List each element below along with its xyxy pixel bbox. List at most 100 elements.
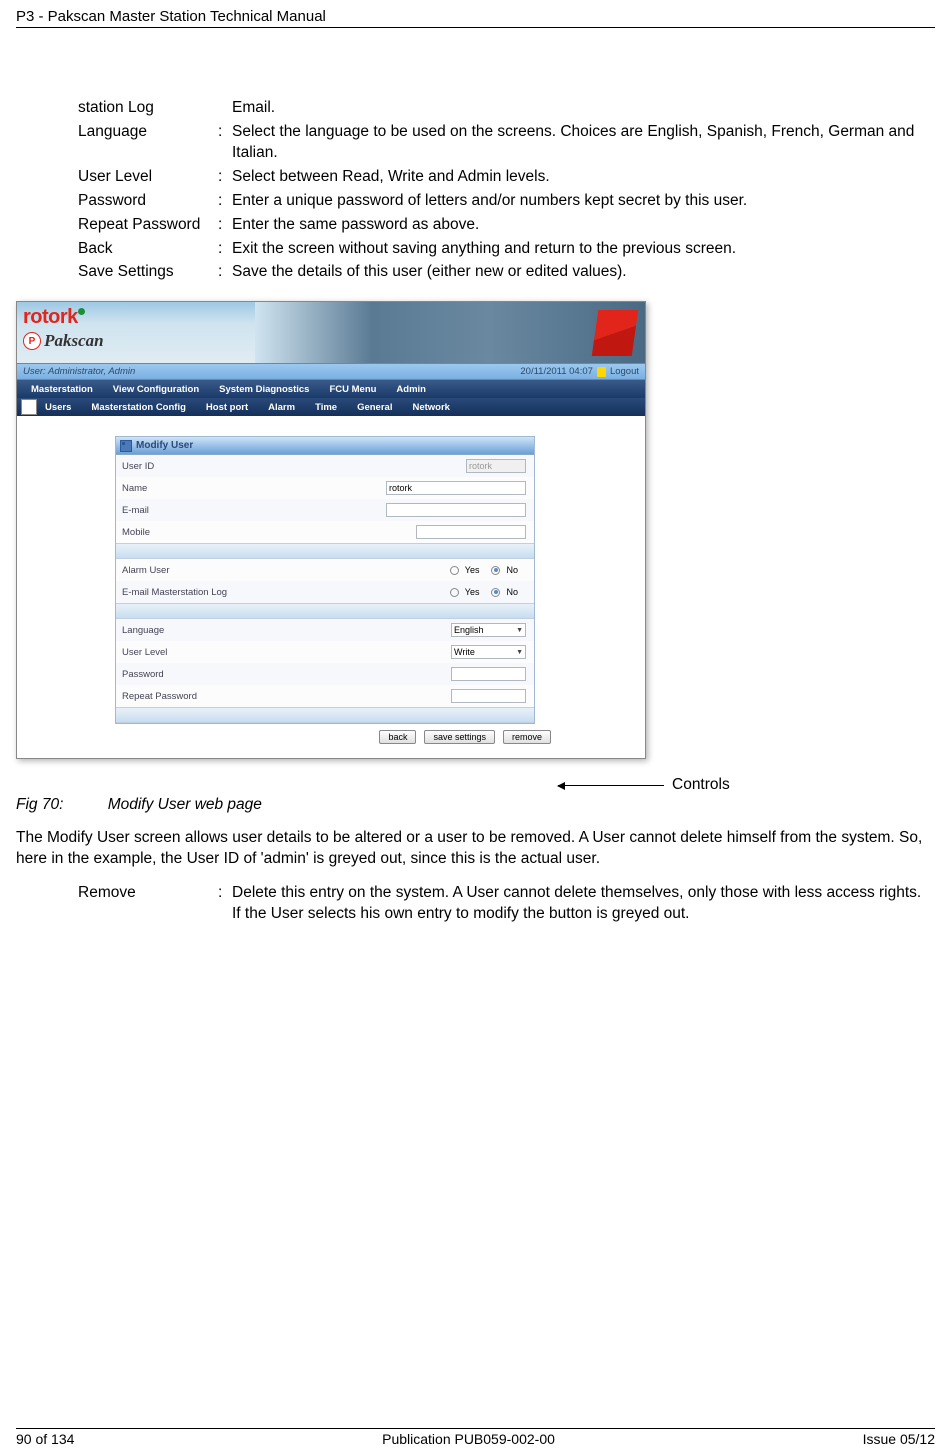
chevron-down-icon: ▼: [516, 627, 523, 634]
submenu-masterstation-config[interactable]: Masterstation Config: [81, 402, 195, 413]
menu-system-diagnostics[interactable]: System Diagnostics: [209, 384, 319, 395]
status-time: 20/11/2011 04:07: [520, 366, 593, 377]
separator: [116, 543, 534, 559]
term-remove: Remove: [78, 883, 218, 925]
separator: [116, 603, 534, 619]
logo-text: rotork: [23, 306, 78, 328]
radio-alarm-yes-label: Yes: [465, 565, 480, 575]
submenu-network[interactable]: Network: [402, 402, 459, 413]
colon: [218, 98, 232, 119]
remove-button[interactable]: remove: [503, 730, 551, 744]
menubar: Masterstation View Configuration System …: [17, 380, 645, 398]
form-panel: Modify User User ID Name E-mail: [115, 436, 535, 724]
desc-language: Select the language to be used on the sc…: [232, 122, 935, 164]
panel-title-icon: [120, 440, 132, 452]
select-language[interactable]: English ▼: [451, 623, 526, 637]
label-user-level: User Level: [116, 647, 266, 658]
desc-remove: Delete this entry on the system. A User …: [232, 883, 935, 925]
status-bar: User: Administrator, Admin 20/11/2011 04…: [17, 364, 645, 380]
logo: rotork P Pakscan: [23, 306, 104, 351]
label-name: Name: [116, 483, 266, 494]
panel-title-text: Modify User: [136, 440, 193, 451]
term-save-settings: Save Settings: [78, 262, 218, 283]
submenu-general[interactable]: General: [347, 402, 402, 413]
footer: 90 of 134 Publication PUB059-002-00 Issu…: [16, 1428, 935, 1447]
figure-caption-text: Modify User web page: [108, 796, 262, 813]
colon: :: [218, 883, 232, 925]
menu-admin[interactable]: Admin: [386, 384, 436, 395]
button-row: back save settings remove: [115, 724, 645, 750]
input-user-id: [466, 459, 526, 473]
label-email: E-mail: [116, 505, 266, 516]
submenu-alarm[interactable]: Alarm: [258, 402, 305, 413]
input-name[interactable]: [386, 481, 526, 495]
radio-email-log-no-label: No: [506, 587, 518, 597]
input-repeat-password[interactable]: [451, 689, 526, 703]
term-back: Back: [78, 239, 218, 260]
banner: rotork P Pakscan: [17, 302, 645, 364]
colon: :: [218, 167, 232, 188]
menu-fcu[interactable]: FCU Menu: [319, 384, 386, 395]
input-password[interactable]: [451, 667, 526, 681]
save-settings-button[interactable]: save settings: [424, 730, 495, 744]
desc-password: Enter a unique password of letters and/o…: [232, 191, 935, 212]
definition-list: station Log Email. Language : Select the…: [16, 98, 935, 283]
separator: [116, 707, 534, 723]
radio-alarm-no[interactable]: [491, 566, 500, 575]
term-station-log: station Log: [78, 98, 218, 119]
label-alarm-user: Alarm User: [116, 565, 266, 576]
radio-alarm-no-label: No: [506, 565, 518, 575]
logo-p-icon: P: [23, 332, 41, 350]
colon: :: [218, 239, 232, 260]
desc-user-level: Select between Read, Write and Admin lev…: [232, 167, 935, 188]
back-button[interactable]: back: [379, 730, 416, 744]
status-user: User: Administrator, Admin: [23, 366, 135, 377]
menu-view-configuration[interactable]: View Configuration: [103, 384, 209, 395]
select-user-level-value: Write: [454, 647, 475, 657]
figure-number: Fig 70:: [16, 796, 63, 813]
desc-save-settings: Save the details of this user (either ne…: [232, 262, 935, 283]
radio-alarm-yes[interactable]: [450, 566, 459, 575]
panel-title: Modify User: [116, 437, 534, 455]
input-email[interactable]: [386, 503, 526, 517]
submenu-time[interactable]: Time: [305, 402, 347, 413]
input-mobile[interactable]: [416, 525, 526, 539]
lock-icon: [597, 367, 606, 377]
desc-station-log: Email.: [232, 98, 935, 119]
logo-subtext: Pakscan: [44, 331, 104, 350]
banner-photo: [255, 302, 645, 364]
page-header: P3 - Pakscan Master Station Technical Ma…: [16, 8, 935, 28]
figure-caption: Fig 70: Modify User web page: [16, 796, 935, 814]
select-user-level[interactable]: Write ▼: [451, 645, 526, 659]
desc-back: Exit the screen without saving anything …: [232, 239, 935, 260]
colon: :: [218, 191, 232, 212]
label-user-id: User ID: [116, 461, 266, 472]
select-language-value: English: [454, 625, 484, 635]
arrow-icon: [558, 785, 664, 786]
callout-label: Controls: [672, 776, 730, 794]
footer-page: 90 of 134: [16, 1431, 74, 1447]
submenu-host-port[interactable]: Host port: [196, 402, 258, 413]
menu-masterstation[interactable]: Masterstation: [21, 384, 103, 395]
colon: :: [218, 262, 232, 283]
radio-email-log-yes[interactable]: [450, 588, 459, 597]
footer-issue: Issue 05/12: [863, 1431, 935, 1447]
label-password: Password: [116, 669, 266, 680]
label-mobile: Mobile: [116, 527, 266, 538]
desc-repeat-password: Enter the same password as above.: [232, 215, 935, 236]
screenshot-window: rotork P Pakscan User: Administrator, Ad…: [16, 301, 646, 759]
label-repeat-password: Repeat Password: [116, 691, 266, 702]
logout-link[interactable]: Logout: [610, 366, 639, 377]
colon: :: [218, 215, 232, 236]
logo-dot-icon: [78, 308, 85, 315]
paragraph: The Modify User screen allows user detai…: [16, 828, 935, 868]
colon: :: [218, 122, 232, 164]
term-password: Password: [78, 191, 218, 212]
footer-publication: Publication PUB059-002-00: [382, 1431, 555, 1447]
radio-email-log-yes-label: Yes: [465, 587, 480, 597]
term-user-level: User Level: [78, 167, 218, 188]
chevron-down-icon: ▼: [516, 649, 523, 656]
label-email-log: E-mail Masterstation Log: [116, 587, 266, 598]
radio-email-log-no[interactable]: [491, 588, 500, 597]
submenu-users[interactable]: Users: [35, 402, 81, 413]
